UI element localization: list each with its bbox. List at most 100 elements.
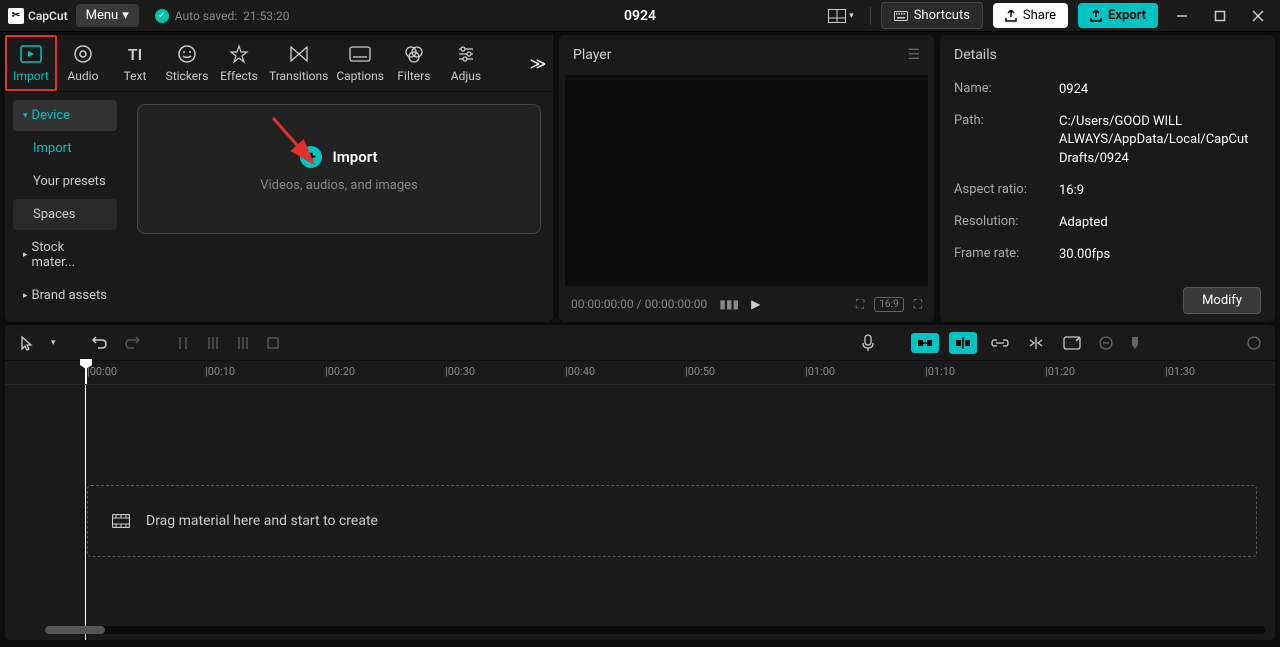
- tab-audio[interactable]: Audio: [57, 35, 109, 91]
- import-dropzone[interactable]: + Import Videos, audios, and images: [137, 104, 541, 234]
- sidebar-item-presets[interactable]: Your presets: [13, 166, 117, 197]
- play-button[interactable]: ▶: [751, 297, 760, 311]
- trim-left-icon: [206, 335, 220, 351]
- top-bar: ✂ CapCut Menu ▾ ✓ Auto saved: 21:53:20 0…: [0, 0, 1280, 32]
- sidebar-item-stock[interactable]: ▸Stock mater...: [13, 232, 117, 278]
- menu-button[interactable]: Menu ▾: [76, 4, 139, 27]
- tab-import[interactable]: Import: [5, 35, 57, 91]
- text-icon: TI: [124, 43, 146, 65]
- import-hint: Videos, audios, and images: [260, 178, 418, 193]
- trim-right-button[interactable]: [232, 331, 254, 355]
- sidebar-item-spaces[interactable]: Spaces: [13, 199, 117, 230]
- trim-right-icon: [236, 335, 250, 351]
- timeline-ruler[interactable]: |00:00 |00:10 |00:20 |00:30 |00:40 |00:5…: [5, 361, 1275, 385]
- redo-button[interactable]: [120, 332, 144, 354]
- trim-left-button[interactable]: [202, 331, 224, 355]
- import-label: Import: [332, 148, 377, 166]
- export-button[interactable]: Export: [1078, 3, 1158, 28]
- mic-icon: [861, 334, 875, 352]
- layout-button[interactable]: ▾: [822, 5, 860, 27]
- align-icon: [1027, 336, 1045, 350]
- close-icon: [1252, 10, 1264, 22]
- timeline-body[interactable]: Drag material here and start to create: [5, 385, 1275, 640]
- detail-row-path: Path:C:/Users/GOOD WILL ALWAYS/AppData/L…: [954, 113, 1261, 168]
- ratio-badge[interactable]: 16:9: [874, 297, 903, 312]
- details-panel: Details Name:0924 Path:C:/Users/GOOD WIL…: [940, 35, 1275, 322]
- zoom-in-button[interactable]: [1243, 332, 1265, 354]
- hamburger-icon[interactable]: ☰: [907, 47, 920, 63]
- player-viewport[interactable]: [565, 75, 928, 286]
- maximize-button[interactable]: [1206, 4, 1234, 28]
- scrollbar-thumb[interactable]: [45, 626, 105, 634]
- export-icon: [1090, 10, 1102, 22]
- magnet-track-button[interactable]: [949, 332, 977, 354]
- tab-stickers[interactable]: Stickers: [161, 35, 213, 91]
- tab-effects[interactable]: Effects: [213, 35, 265, 91]
- app-logo: ✂ CapCut: [8, 8, 68, 24]
- close-button[interactable]: [1244, 4, 1272, 28]
- playhead-line[interactable]: [85, 385, 86, 640]
- zoom-out-icon: [1099, 336, 1113, 350]
- media-body: ▾Device Import Your presets Spaces ▸Stoc…: [5, 92, 553, 322]
- effects-icon: [228, 43, 250, 65]
- zoom-out-button[interactable]: [1095, 332, 1117, 354]
- pointer-dropdown[interactable]: ▾: [47, 334, 60, 352]
- tab-text[interactable]: TI Text: [109, 35, 161, 91]
- player-header: Player ☰: [559, 35, 934, 75]
- caret-right-icon: ▸: [23, 250, 28, 260]
- tab-filters[interactable]: Filters: [388, 35, 440, 91]
- split-button[interactable]: [172, 331, 194, 355]
- delete-button[interactable]: [262, 332, 284, 354]
- detail-row-framerate: Frame rate:30.00fps: [954, 246, 1261, 264]
- tab-adjust[interactable]: Adjus: [440, 35, 492, 91]
- quality-icon[interactable]: ▮▮▮: [719, 297, 739, 311]
- minimize-icon: [1176, 10, 1188, 22]
- magnet-icon: [917, 337, 933, 349]
- tab-transitions[interactable]: Transitions: [265, 35, 332, 91]
- zoom-slider[interactable]: [1127, 332, 1143, 354]
- zoom-in-icon: [1247, 336, 1261, 350]
- modify-button[interactable]: Modify: [1183, 287, 1261, 314]
- audio-icon: [72, 43, 94, 65]
- minimize-button[interactable]: [1168, 4, 1196, 28]
- sidebar-item-brand[interactable]: ▸Brand assets: [13, 280, 117, 311]
- magnet-main-button[interactable]: [911, 333, 939, 353]
- shortcuts-button[interactable]: Shortcuts: [881, 2, 983, 29]
- timeline-toolbar: ▾: [5, 325, 1275, 361]
- sidebar-item-device[interactable]: ▾Device: [13, 100, 117, 131]
- topbar-right: ▾ Shortcuts Share Export: [822, 2, 1272, 29]
- timeline-scrollbar[interactable]: [45, 626, 1265, 634]
- scale-icon[interactable]: ⛶: [856, 297, 864, 312]
- mic-button[interactable]: [857, 330, 879, 356]
- sidebar-item-import[interactable]: Import: [13, 133, 117, 164]
- tab-captions[interactable]: Captions: [332, 35, 388, 91]
- detail-row-name: Name:0924: [954, 81, 1261, 99]
- capcut-icon: ✂: [8, 8, 24, 24]
- align-button[interactable]: [1023, 332, 1049, 354]
- share-button[interactable]: Share: [993, 3, 1068, 28]
- fullscreen-icon[interactable]: ⛶: [914, 297, 922, 312]
- snap-icon: [955, 336, 971, 350]
- link-button[interactable]: [987, 334, 1013, 352]
- media-panel: Import Audio TI Text Stickers Effects Tr…: [5, 35, 553, 322]
- adjust-icon: [455, 43, 477, 65]
- timeline-panel: ▾ |00:00 |00:10 |00:20 |00:30 |00:40: [5, 325, 1275, 640]
- undo-button[interactable]: [88, 332, 112, 354]
- delete-icon: [266, 336, 280, 350]
- import-row: + Import: [300, 146, 377, 168]
- preview-button[interactable]: [1059, 332, 1085, 354]
- preview-icon: [1063, 336, 1081, 350]
- pointer-tool[interactable]: [15, 331, 39, 355]
- main-area: Import Audio TI Text Stickers Effects Tr…: [0, 32, 1280, 325]
- details-body: Name:0924 Path:C:/Users/GOOD WILL ALWAYS…: [940, 75, 1275, 279]
- layout-icon: [828, 9, 846, 23]
- caret-right-icon: ▸: [23, 291, 28, 301]
- divider: [870, 7, 871, 25]
- plus-icon: +: [300, 146, 322, 168]
- caret-down-icon: ▾: [23, 111, 28, 121]
- player-time: 00:00:00:00 / 00:00:00:00: [571, 297, 707, 311]
- tabs-more-button[interactable]: ≫: [523, 35, 553, 91]
- timeline-dropzone[interactable]: Drag material here and start to create: [87, 485, 1257, 557]
- detail-row-resolution: Resolution:Adapted: [954, 214, 1261, 232]
- autosave-status: ✓ Auto saved: 21:53:20: [155, 9, 290, 23]
